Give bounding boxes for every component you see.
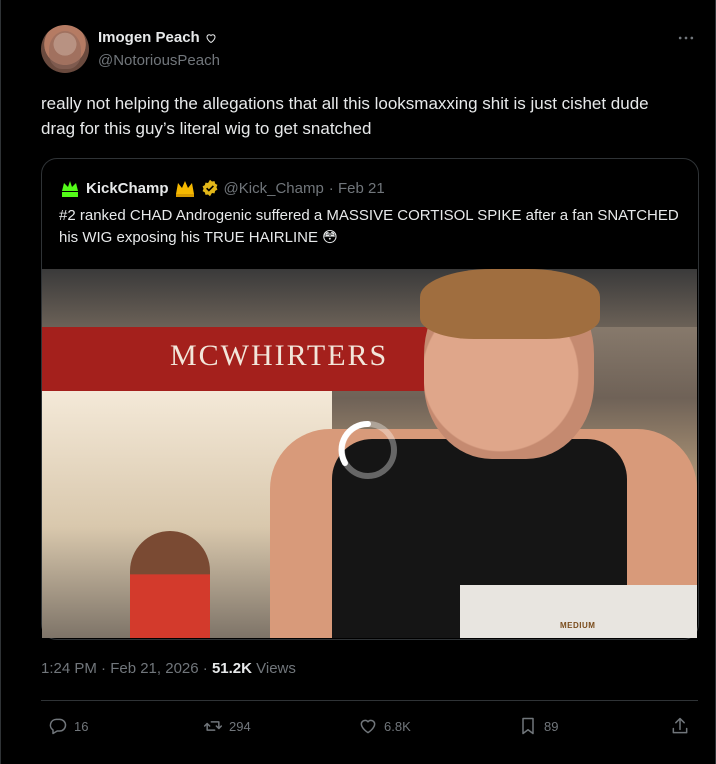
heart-badge-icon [206, 33, 216, 43]
quoted-post-header: KickChamp @Kick_Champ · Feb 21 [59, 177, 385, 199]
like-count: 6.8K [384, 718, 411, 734]
like-heart-icon [360, 719, 376, 734]
author-handle[interactable]: @NotoriousPeach [98, 52, 220, 69]
verified-badge-icon [202, 179, 217, 197]
divider [41, 700, 698, 701]
reply-count: 16 [74, 718, 89, 734]
left-border [0, 0, 1, 764]
repost-count: 294 [229, 718, 251, 734]
bookmark-icon [522, 717, 534, 735]
author-name-row: Imogen Peach [98, 29, 217, 46]
quoted-post-text: #2 ranked CHAD Androgenic suffered a MAS… [59, 207, 679, 246]
views-count: 51.2K [211, 660, 252, 677]
author-display-name[interactable]: Imogen Peach [98, 29, 200, 46]
post-text: really not helping the allegations that … [41, 94, 649, 138]
bystander-figure [130, 531, 210, 638]
crown-emoji-icon [175, 181, 194, 197]
post-timestamp[interactable]: 1:24 PM · Feb 21, 2026 · [41, 660, 212, 677]
like-button[interactable]: 6.8K [358, 716, 411, 736]
reply-button[interactable]: 16 [48, 716, 88, 736]
share-button[interactable] [670, 716, 690, 736]
repost-button[interactable]: 294 [203, 716, 251, 736]
quoted-author-name[interactable]: KickChamp [86, 180, 169, 197]
more-options-icon[interactable] [676, 28, 696, 48]
bookmark-count: 89 [544, 718, 559, 734]
overlay-label: MEDIUM [560, 621, 596, 630]
bookmark-button[interactable]: 89 [518, 716, 558, 736]
loading-spinner-icon [338, 420, 397, 479]
video-overlay-card [460, 585, 697, 638]
repost-icon [203, 721, 223, 731]
quoted-author-handle[interactable]: @Kick_Champ [224, 180, 324, 197]
views-label: Views [251, 660, 296, 677]
share-icon [672, 717, 688, 734]
post-meta: 1:24 PM · Feb 21, 2026 · 51.2K Views [41, 660, 296, 677]
quoted-video-thumbnail[interactable]: MCWHIRTERS MEDIUM [42, 269, 697, 638]
shop-sign-text: MCWHIRTERS [170, 339, 389, 372]
man-hair [420, 269, 600, 339]
author-avatar[interactable] [41, 25, 89, 73]
quoted-post-date[interactable]: · Feb 21 [329, 180, 385, 197]
kick-crown-avatar-icon [60, 178, 80, 198]
reply-icon [49, 718, 67, 735]
